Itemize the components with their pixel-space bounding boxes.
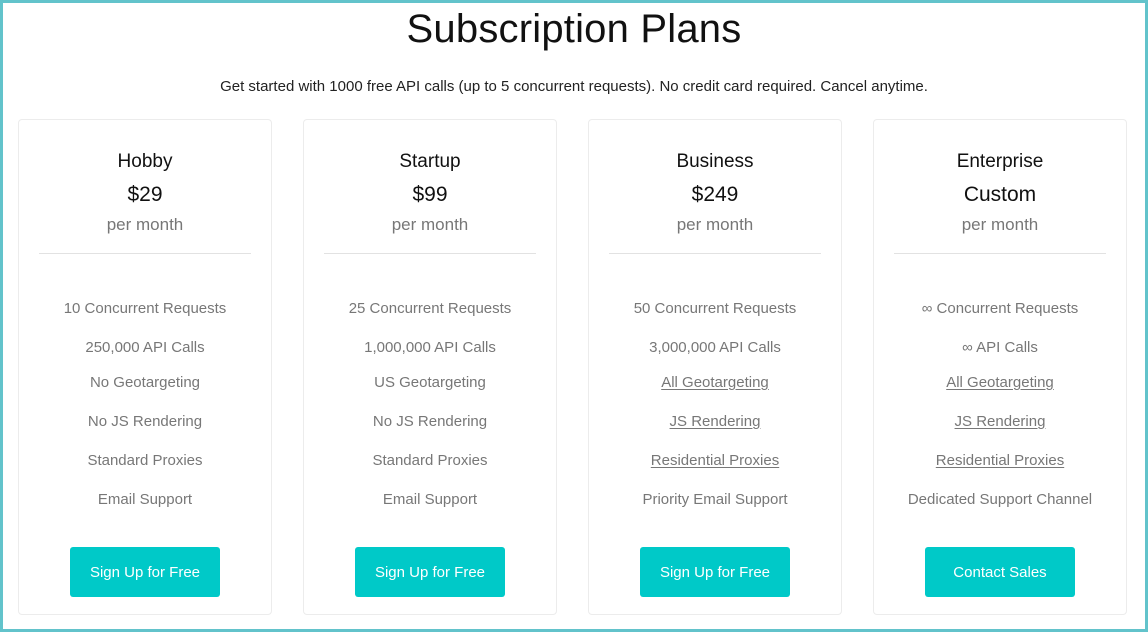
divider [39, 253, 251, 254]
page-frame: Subscription Plans Get started with 1000… [0, 0, 1148, 632]
plan-name: Startup [399, 151, 461, 172]
feature-api-calls: 250,000 API Calls [85, 339, 205, 356]
feature-concurrent-requests: ∞ Concurrent Requests [921, 300, 1079, 317]
sign-up-button-business[interactable]: Sign Up for Free [640, 547, 790, 597]
page-title: Subscription Plans [406, 7, 742, 51]
feature-api-calls: 3,000,000 API Calls [649, 339, 781, 356]
feature-geotargeting: No Geotargeting [89, 374, 201, 391]
divider [894, 253, 1106, 254]
plan-period: per month [676, 215, 754, 234]
feature-api-calls: 1,000,000 API Calls [364, 339, 496, 356]
feature-support: Email Support [382, 491, 478, 508]
feature-support: Dedicated Support Channel [907, 491, 1093, 508]
plan-period: per month [106, 215, 184, 234]
feature-geotargeting-link[interactable]: All Geotargeting [874, 374, 1126, 391]
feature-geotargeting: US Geotargeting [374, 374, 486, 391]
feature-support: Priority Email Support [642, 491, 788, 508]
plan-card-startup: Startup $99 per month 25 Concurrent Requ… [303, 119, 557, 615]
plan-name: Enterprise [956, 151, 1044, 172]
plan-price: Custom [963, 183, 1037, 206]
sign-up-button-startup[interactable]: Sign Up for Free [355, 547, 505, 597]
plan-period: per month [961, 215, 1039, 234]
feature-support: Email Support [97, 491, 193, 508]
plan-period: per month [391, 215, 469, 234]
feature-geotargeting-link[interactable]: All Geotargeting [589, 374, 841, 391]
plan-price: $99 [412, 183, 448, 206]
plan-card-hobby: Hobby $29 per month 10 Concurrent Reques… [18, 119, 272, 615]
plan-name: Hobby [117, 151, 173, 172]
divider [609, 253, 821, 254]
feature-js-rendering-link[interactable]: JS Rendering [589, 413, 841, 430]
feature-js-rendering: No JS Rendering [372, 413, 488, 430]
page-subtitle: Get started with 1000 free API calls (up… [220, 78, 928, 95]
plan-name: Business [676, 151, 754, 172]
feature-concurrent-requests: 25 Concurrent Requests [348, 300, 512, 317]
plan-card-enterprise: Enterprise Custom per month ∞ Concurrent… [873, 119, 1127, 615]
feature-proxies-link[interactable]: Residential Proxies [589, 452, 841, 469]
contact-sales-button[interactable]: Contact Sales [925, 547, 1075, 597]
divider [324, 253, 536, 254]
feature-js-rendering-link[interactable]: JS Rendering [874, 413, 1126, 430]
feature-concurrent-requests: 50 Concurrent Requests [633, 300, 797, 317]
feature-js-rendering: No JS Rendering [87, 413, 203, 430]
feature-api-calls: ∞ API Calls [962, 339, 1038, 356]
sign-up-button-hobby[interactable]: Sign Up for Free [70, 547, 220, 597]
plan-price: $249 [691, 183, 739, 206]
feature-proxies: Standard Proxies [372, 452, 488, 469]
feature-proxies-link[interactable]: Residential Proxies [874, 452, 1126, 469]
feature-proxies: Standard Proxies [87, 452, 203, 469]
plan-card-business: Business $249 per month 50 Concurrent Re… [588, 119, 842, 615]
plan-price: $29 [127, 183, 163, 206]
feature-concurrent-requests: 10 Concurrent Requests [63, 300, 227, 317]
